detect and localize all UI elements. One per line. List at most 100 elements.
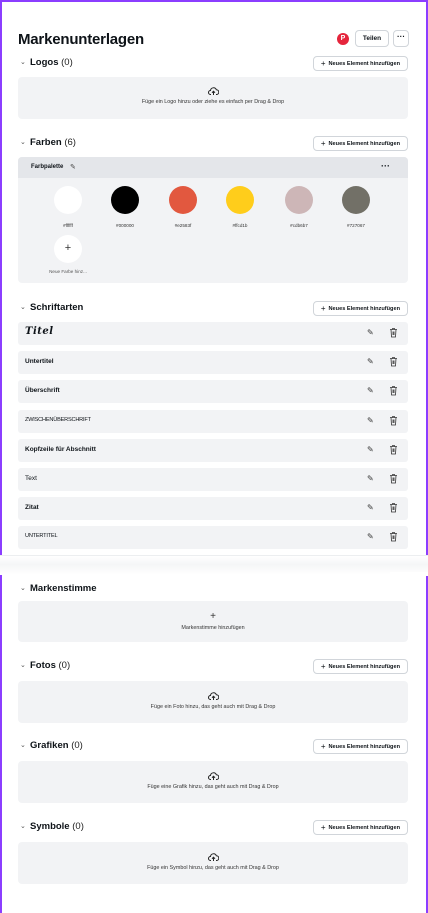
palette-label: Farbpalette bbox=[31, 164, 64, 170]
font-row[interactable]: ZWISCHENÜBERSCHRIFT ✎ bbox=[18, 409, 408, 433]
plus-icon: + bbox=[320, 59, 326, 68]
section-colors-header: ⌄ Farben (6) + Neues Element hinzufügen bbox=[18, 136, 408, 153]
pencil-icon[interactable]: ✎ bbox=[367, 328, 374, 337]
add-logo-button[interactable]: + Neues Element hinzufügen bbox=[312, 56, 408, 71]
photos-dropzone[interactable]: Füge ein Foto hinzu, das geht auch mit D… bbox=[18, 681, 408, 723]
pencil-icon[interactable]: ✎ bbox=[367, 532, 374, 541]
pencil-icon[interactable]: ✎ bbox=[367, 503, 374, 512]
trash-icon[interactable] bbox=[389, 444, 398, 455]
font-style-name: Text bbox=[25, 475, 37, 482]
trash-icon[interactable] bbox=[389, 502, 398, 513]
section-fonts-header: ⌄ Schriftarten + Neues Element hinzufügen bbox=[18, 301, 408, 318]
section-title[interactable]: Fotos (0) bbox=[30, 660, 70, 671]
dropzone-hint: Füge ein Logo hinzu oder ziehe es einfac… bbox=[141, 99, 285, 105]
color-swatch-label: #e2583f bbox=[174, 223, 192, 228]
font-style-name: Zitat bbox=[25, 504, 39, 512]
font-style-name: Titel bbox=[25, 326, 54, 337]
color-swatch[interactable] bbox=[285, 186, 313, 214]
font-row[interactable]: Kopfzeile für Abschnitt ✎ bbox=[18, 438, 408, 462]
voice-hint: Markenstimme hinzufügen bbox=[181, 625, 245, 631]
color-swatch-label: #ffcd1b bbox=[232, 223, 248, 228]
font-row[interactable]: Titel ✎ bbox=[18, 322, 408, 345]
symbols-dropzone[interactable]: Füge ein Symbol hinzu, das geht auch mit… bbox=[18, 842, 408, 884]
font-row[interactable]: Text ✎ bbox=[18, 468, 408, 491]
chevron-down-icon[interactable]: ⌄ bbox=[20, 741, 26, 749]
trash-icon[interactable] bbox=[389, 356, 398, 367]
pencil-icon[interactable]: ✎ bbox=[367, 445, 374, 454]
cloud-upload-icon bbox=[207, 772, 219, 780]
color-swatch-label: #000000 bbox=[116, 223, 134, 228]
trash-icon[interactable] bbox=[389, 385, 398, 396]
color-swatch[interactable] bbox=[342, 186, 370, 214]
section-voice-header: ⌄ Markenstimme bbox=[18, 583, 408, 599]
section-logos-header: ⌄ Logos (0) + Neues Element hinzufügen bbox=[18, 56, 408, 73]
font-style-name: Kopfzeile für Abschnitt bbox=[25, 445, 96, 453]
chevron-down-icon[interactable]: ⌄ bbox=[20, 822, 26, 830]
section-title[interactable]: Schriftarten bbox=[30, 302, 83, 313]
dropzone-hint: Füge ein Symbol hinzu, das geht auch mit… bbox=[147, 865, 279, 871]
chevron-down-icon[interactable]: ⌄ bbox=[20, 138, 26, 146]
cloud-upload-icon bbox=[207, 692, 219, 700]
color-swatch-label: #727067 bbox=[347, 223, 365, 228]
dropzone-hint: Füge eine Grafik hinzu, das geht auch mi… bbox=[147, 784, 279, 790]
section-title[interactable]: Farben (6) bbox=[30, 137, 76, 148]
font-style-name: Überschrift bbox=[25, 387, 60, 395]
add-font-button[interactable]: + Neues Element hinzufügen bbox=[312, 301, 408, 316]
pencil-icon[interactable]: ✎ bbox=[367, 474, 374, 483]
plus-icon: + bbox=[320, 304, 326, 313]
section-symbols-header: ⌄ Symbole (0) + Neues Element hinzufügen bbox=[18, 820, 408, 837]
chevron-down-icon[interactable]: ⌄ bbox=[20, 58, 26, 66]
chevron-down-icon[interactable]: ⌄ bbox=[20, 303, 26, 311]
graphics-dropzone[interactable]: Füge eine Grafik hinzu, das geht auch mi… bbox=[18, 761, 408, 803]
pencil-icon[interactable]: ✎ bbox=[70, 163, 76, 171]
palette-header: Farbpalette ✎ ··· bbox=[18, 157, 408, 178]
add-color-swatch[interactable]: + bbox=[54, 235, 82, 263]
font-style-name: ZWISCHENÜBERSCHRIFT bbox=[25, 416, 91, 423]
trash-icon[interactable] bbox=[389, 473, 398, 484]
plus-icon: + bbox=[64, 242, 72, 254]
trash-icon[interactable] bbox=[389, 327, 398, 338]
add-photo-button[interactable]: + Neues Element hinzufügen bbox=[312, 659, 408, 674]
add-graphic-button[interactable]: + Neues Element hinzufügen bbox=[312, 739, 408, 754]
cloud-upload-icon bbox=[207, 87, 219, 95]
font-row[interactable]: Untertitel ✎ bbox=[18, 351, 408, 375]
color-swatch[interactable] bbox=[111, 186, 139, 214]
add-symbol-button[interactable]: + Neues Element hinzufügen bbox=[312, 820, 408, 835]
font-row[interactable]: Überschrift ✎ bbox=[18, 380, 408, 404]
color-swatch-label: #cdb6b7 bbox=[290, 223, 308, 228]
color-swatch[interactable] bbox=[54, 186, 82, 214]
trash-icon[interactable] bbox=[389, 415, 398, 426]
share-button[interactable]: Teilen bbox=[355, 30, 389, 47]
pencil-icon[interactable]: ✎ bbox=[367, 357, 374, 366]
more-options-icon[interactable]: ··· bbox=[381, 161, 390, 171]
cloud-upload-icon bbox=[207, 853, 219, 861]
pencil-icon[interactable]: ✎ bbox=[367, 386, 374, 395]
plus-icon: + bbox=[210, 611, 216, 622]
font-style-name: Untertitel bbox=[25, 358, 54, 366]
section-title[interactable]: Grafiken (0) bbox=[30, 740, 83, 751]
trash-icon[interactable] bbox=[389, 531, 398, 542]
section-photos-header: ⌄ Fotos (0) + Neues Element hinzufügen bbox=[18, 659, 408, 676]
plus-icon: + bbox=[320, 662, 326, 671]
pencil-icon[interactable]: ✎ bbox=[367, 416, 374, 425]
font-row[interactable]: Zitat ✎ bbox=[18, 497, 408, 521]
more-options-button[interactable]: ··· bbox=[393, 30, 409, 47]
plus-icon: + bbox=[320, 823, 326, 832]
section-title[interactable]: Symbole (0) bbox=[30, 821, 84, 832]
add-color-button[interactable]: + Neues Element hinzufügen bbox=[312, 136, 408, 151]
chevron-down-icon[interactable]: ⌄ bbox=[20, 661, 26, 669]
chevron-down-icon[interactable]: ⌄ bbox=[20, 584, 26, 592]
add-color-label: Neue Farbe hinz... bbox=[49, 269, 87, 274]
add-brand-voice-button[interactable]: + Markenstimme hinzufügen bbox=[18, 601, 408, 642]
section-title[interactable]: Logos (0) bbox=[30, 57, 73, 68]
avatar[interactable]: P bbox=[337, 33, 349, 45]
plus-icon: + bbox=[320, 742, 326, 751]
color-palette: Farbpalette ✎ ··· bbox=[18, 157, 408, 283]
color-swatch[interactable] bbox=[169, 186, 197, 214]
section-title[interactable]: Markenstimme bbox=[30, 583, 97, 594]
color-swatch-label: #ffffff bbox=[63, 223, 73, 228]
page-title: Markenunterlagen bbox=[18, 31, 144, 48]
font-row[interactable]: UNTERTITEL ✎ bbox=[18, 526, 408, 550]
logos-dropzone[interactable]: Füge ein Logo hinzu oder ziehe es einfac… bbox=[18, 77, 408, 119]
color-swatch[interactable] bbox=[226, 186, 254, 214]
